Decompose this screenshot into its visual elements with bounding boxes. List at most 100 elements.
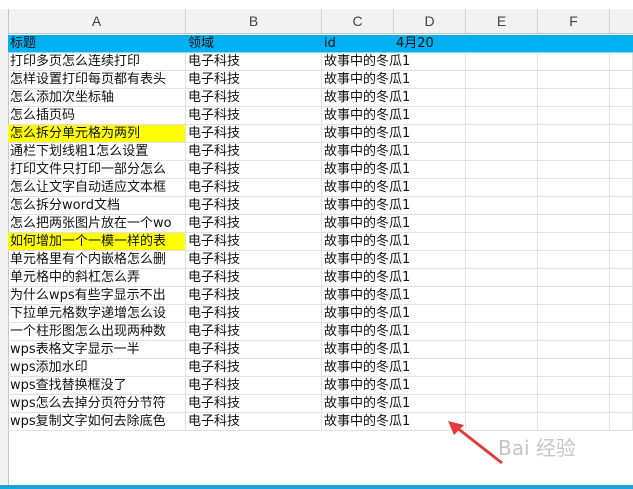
cell-empty[interactable] bbox=[538, 377, 610, 395]
cell-domain[interactable]: 电子科技 bbox=[186, 305, 322, 323]
cell-empty[interactable] bbox=[466, 233, 538, 251]
cell-title[interactable]: 怎么添加次坐标轴 bbox=[8, 89, 186, 107]
cell-empty[interactable] bbox=[538, 161, 610, 179]
cell-empty[interactable] bbox=[394, 359, 466, 377]
cell-empty[interactable] bbox=[394, 251, 466, 269]
cell-id[interactable]: 故事中的冬瓜1 bbox=[322, 395, 410, 413]
cell-title[interactable]: wps查找替换框没了 bbox=[8, 377, 186, 395]
cell-empty[interactable] bbox=[394, 89, 466, 107]
cell-empty[interactable] bbox=[394, 71, 466, 89]
column-header-e[interactable]: E bbox=[466, 9, 538, 33]
cell-empty[interactable] bbox=[538, 323, 610, 341]
cell-id[interactable]: 故事中的冬瓜1 bbox=[322, 287, 410, 305]
cell-id[interactable]: 故事中的冬瓜1 bbox=[322, 161, 410, 179]
cell-domain[interactable]: 电子科技 bbox=[186, 179, 322, 197]
cell-id[interactable]: 故事中的冬瓜1 bbox=[322, 305, 410, 323]
cell-empty[interactable] bbox=[610, 125, 633, 143]
cell-id[interactable]: 故事中的冬瓜1 bbox=[322, 377, 410, 395]
cell-id[interactable]: 故事中的冬瓜1 bbox=[322, 269, 410, 287]
cell-id[interactable]: 故事中的冬瓜1 bbox=[322, 323, 410, 341]
cell-empty[interactable] bbox=[466, 197, 538, 215]
cell-title[interactable]: 怎么插页码 bbox=[8, 107, 186, 125]
cell-empty[interactable] bbox=[610, 269, 633, 287]
cell-empty[interactable] bbox=[538, 305, 610, 323]
column-header-b[interactable]: B bbox=[186, 9, 322, 33]
cell-empty[interactable] bbox=[394, 323, 466, 341]
cell-domain[interactable]: 电子科技 bbox=[186, 107, 322, 125]
cell-empty[interactable] bbox=[466, 53, 538, 71]
cell-title[interactable]: 单元格中的斜杠怎么弄 bbox=[8, 269, 186, 287]
cell-title[interactable]: wps表格文字显示一半 bbox=[8, 341, 186, 359]
cell-empty[interactable] bbox=[538, 395, 610, 413]
cell-id[interactable]: 故事中的冬瓜1 bbox=[322, 143, 410, 161]
cell-domain[interactable]: 电子科技 bbox=[186, 143, 322, 161]
cell-empty[interactable] bbox=[466, 107, 538, 125]
cell-id[interactable]: 故事中的冬瓜1 bbox=[322, 125, 410, 143]
cell-domain[interactable]: 电子科技 bbox=[186, 215, 322, 233]
cell-empty[interactable] bbox=[610, 179, 633, 197]
cell-empty[interactable] bbox=[610, 215, 633, 233]
cell-empty[interactable] bbox=[610, 197, 633, 215]
cell-empty[interactable] bbox=[394, 143, 466, 161]
cell-title[interactable]: 怎么拆分单元格为两列 bbox=[8, 125, 186, 143]
cell-id[interactable]: 故事中的冬瓜1 bbox=[322, 413, 410, 431]
cell-empty[interactable] bbox=[466, 341, 538, 359]
cell-domain[interactable]: 电子科技 bbox=[186, 251, 322, 269]
header-cell-domain[interactable]: 领域 bbox=[186, 35, 322, 53]
cell-empty[interactable] bbox=[610, 287, 633, 305]
cell-empty[interactable] bbox=[466, 269, 538, 287]
cell-id[interactable]: 故事中的冬瓜1 bbox=[322, 359, 410, 377]
cell-empty[interactable] bbox=[610, 377, 633, 395]
cell-title[interactable]: 怎样设置打印每页都有表头 bbox=[8, 71, 186, 89]
cell-empty[interactable] bbox=[394, 197, 466, 215]
cell-empty[interactable] bbox=[610, 413, 633, 431]
cell-empty[interactable] bbox=[394, 233, 466, 251]
cell-empty[interactable] bbox=[466, 305, 538, 323]
cell-title[interactable]: 下拉单元格数字递增怎么设 bbox=[8, 305, 186, 323]
cell-empty[interactable] bbox=[538, 359, 610, 377]
cell-empty[interactable] bbox=[394, 53, 466, 71]
cell-empty[interactable] bbox=[466, 179, 538, 197]
cell-empty[interactable] bbox=[466, 143, 538, 161]
cell-id[interactable]: 故事中的冬瓜1 bbox=[322, 215, 410, 233]
cell-empty[interactable] bbox=[610, 107, 633, 125]
cell-empty[interactable] bbox=[466, 251, 538, 269]
cell-domain[interactable]: 电子科技 bbox=[186, 197, 322, 215]
cell-empty[interactable] bbox=[394, 341, 466, 359]
cell-domain[interactable]: 电子科技 bbox=[186, 377, 322, 395]
cell-empty[interactable] bbox=[538, 179, 610, 197]
cell-empty[interactable] bbox=[610, 161, 633, 179]
cell-empty[interactable] bbox=[394, 161, 466, 179]
cell-empty[interactable] bbox=[394, 215, 466, 233]
cell-title[interactable]: 为什么wps有些字显示不出 bbox=[8, 287, 186, 305]
cell-domain[interactable]: 电子科技 bbox=[186, 71, 322, 89]
cell-domain[interactable]: 电子科技 bbox=[186, 269, 322, 287]
cell-domain[interactable]: 电子科技 bbox=[186, 359, 322, 377]
cell-empty[interactable] bbox=[394, 395, 466, 413]
cell-empty[interactable] bbox=[394, 377, 466, 395]
cell-domain[interactable]: 电子科技 bbox=[186, 233, 322, 251]
cell-title[interactable]: 打印文件只打印一部分怎么 bbox=[8, 161, 186, 179]
cell-id[interactable]: 故事中的冬瓜1 bbox=[322, 251, 410, 269]
cell-empty[interactable] bbox=[610, 359, 633, 377]
cell-empty[interactable] bbox=[538, 251, 610, 269]
cell-id[interactable]: 故事中的冬瓜1 bbox=[322, 107, 410, 125]
cell-empty[interactable] bbox=[610, 89, 633, 107]
cell-title[interactable]: wps添加水印 bbox=[8, 359, 186, 377]
cell-empty[interactable] bbox=[610, 305, 633, 323]
cell-domain[interactable]: 电子科技 bbox=[186, 395, 322, 413]
cell-domain[interactable]: 电子科技 bbox=[186, 53, 322, 71]
cell-title[interactable]: 怎么拆分word文档 bbox=[8, 197, 186, 215]
cell-empty[interactable] bbox=[466, 359, 538, 377]
cell-empty[interactable] bbox=[610, 251, 633, 269]
cell-empty[interactable] bbox=[466, 215, 538, 233]
cell-title[interactable]: 通栏下划线粗1怎么设置 bbox=[8, 143, 186, 161]
cell-empty[interactable] bbox=[610, 233, 633, 251]
cell-empty[interactable] bbox=[538, 89, 610, 107]
cell-empty[interactable] bbox=[538, 71, 610, 89]
column-header-a[interactable]: A bbox=[8, 9, 186, 33]
cell-empty[interactable] bbox=[538, 413, 610, 431]
cell-empty[interactable] bbox=[538, 197, 610, 215]
column-header-c[interactable]: C bbox=[322, 9, 394, 33]
cell-title[interactable]: 单元格里有个内嵌格怎么删 bbox=[8, 251, 186, 269]
